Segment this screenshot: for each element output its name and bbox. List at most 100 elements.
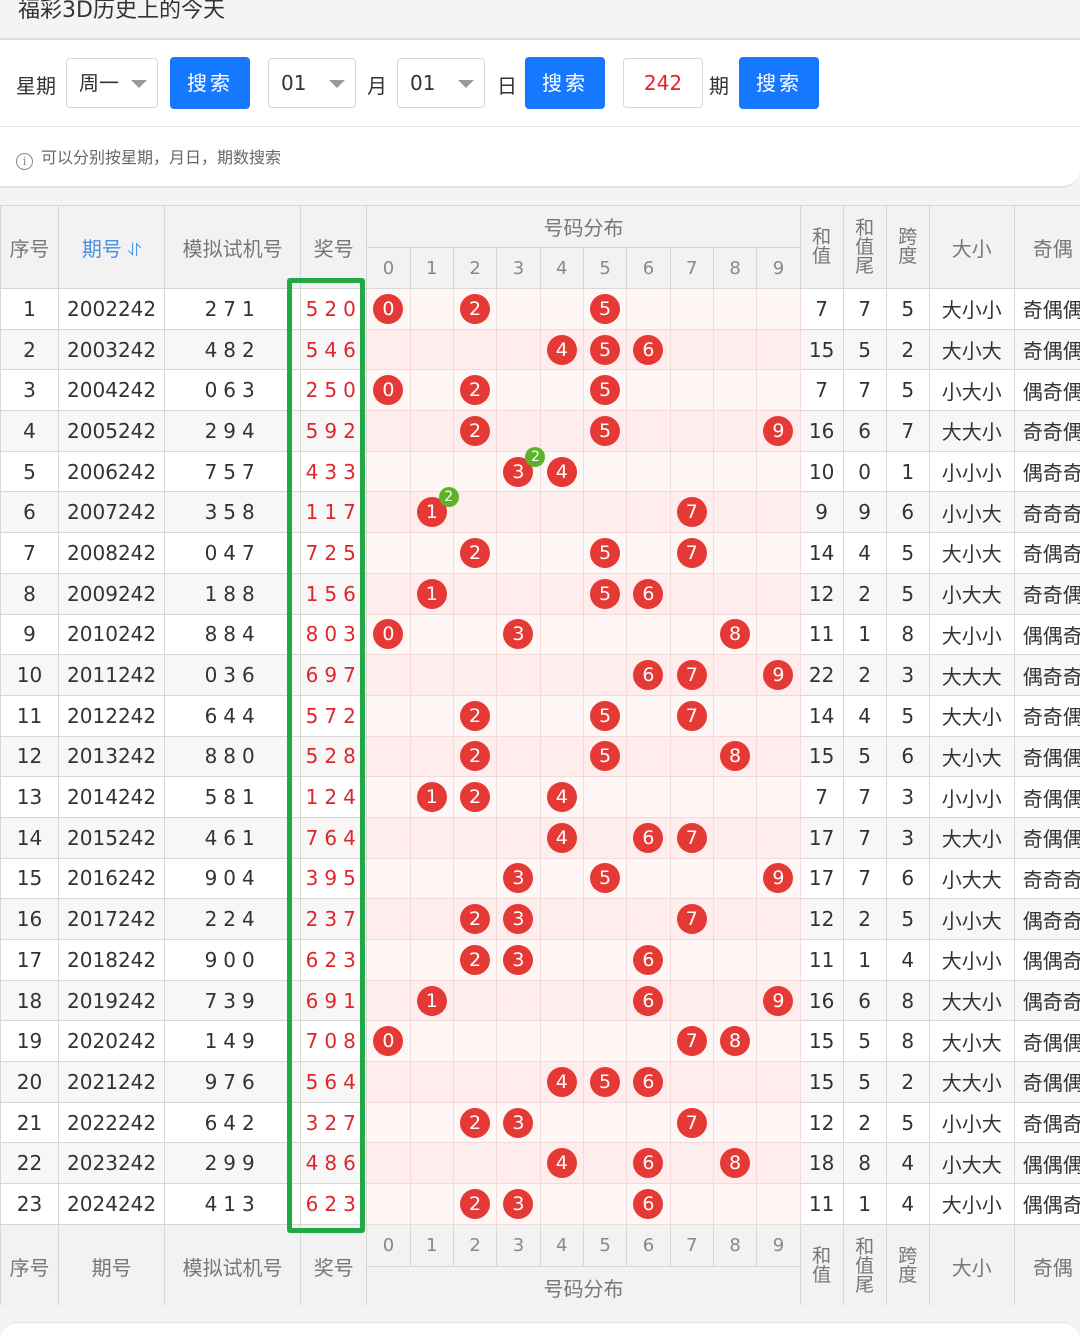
dist-cell-7: 7 (670, 817, 713, 858)
dist-cell-7: 7 (670, 1102, 713, 1143)
sort-icon[interactable]: ⥯ (128, 240, 141, 261)
dist-cell-5: 5 (583, 736, 626, 777)
number-ball: 2 (460, 701, 490, 731)
row-sum-tail: 7 (843, 858, 886, 899)
number-ball: 6 (633, 986, 663, 1016)
row-sum-tail: 2 (843, 899, 886, 940)
row-index: 2 (1, 329, 59, 370)
digit-footer-3: 3 (497, 1224, 540, 1266)
col-size-header: 大小 (929, 206, 1014, 289)
dist-cell-0 (367, 411, 410, 452)
row-trial-number: 880 (165, 736, 301, 777)
row-index: 8 (1, 573, 59, 614)
dist-cell-0 (367, 655, 410, 696)
dist-cell-4: 4 (540, 1143, 583, 1184)
dist-cell-8 (713, 858, 756, 899)
dist-cell-3 (497, 777, 540, 818)
row-sum-tail: 5 (843, 329, 886, 370)
row-draw-number: 237 (301, 899, 367, 940)
row-span: 1 (886, 451, 929, 492)
number-ball: 5 (590, 294, 620, 324)
search-date-button[interactable]: 搜索 (525, 57, 605, 109)
row-span: 2 (886, 329, 929, 370)
digit-footer-8: 8 (713, 1224, 756, 1266)
dist-cell-6 (627, 492, 670, 533)
dist-cell-6: 6 (627, 1143, 670, 1184)
table-row: 1020112420366976792223大大大偶奇奇 (1, 655, 1080, 696)
search-week-button[interactable]: 搜索 (170, 57, 250, 109)
row-issue: 2002242 (59, 289, 165, 330)
issue-input[interactable]: 242 (623, 58, 703, 108)
row-size-pattern: 大大小 (929, 411, 1014, 452)
dist-cell-3 (497, 695, 540, 736)
row-issue: 2014242 (59, 777, 165, 818)
row-sum: 9 (800, 492, 843, 533)
row-draw-number: 250 (301, 370, 367, 411)
dist-cell-7: 7 (670, 695, 713, 736)
dist-cell-6 (627, 858, 670, 899)
number-ball: 5 (590, 375, 620, 405)
table-row: 2220232422994864681884小大大偶偶偶 (1, 1143, 1080, 1184)
number-ball: 6 (633, 1067, 663, 1097)
search-issue-button[interactable]: 搜索 (739, 57, 819, 109)
chevron-down-icon (458, 80, 474, 88)
dist-cell-3 (497, 533, 540, 574)
dist-cell-7 (670, 573, 713, 614)
dist-cell-6 (627, 1102, 670, 1143)
row-sum: 14 (800, 533, 843, 574)
dist-cell-2 (453, 614, 496, 655)
number-ball: 1 (417, 579, 447, 609)
row-draw-number: 546 (301, 329, 367, 370)
dist-cell-8: 8 (713, 736, 756, 777)
dist-cell-0 (367, 1184, 410, 1225)
dist-cell-4 (540, 411, 583, 452)
dist-cell-5 (583, 1021, 626, 1062)
col-issue-header[interactable]: 期号⥯ (59, 206, 165, 289)
digit-header-1: 1 (410, 248, 453, 289)
day-select[interactable]: 01 (397, 58, 485, 108)
dist-cell-4 (540, 858, 583, 899)
number-ball: 5 (590, 1067, 620, 1097)
row-span: 3 (886, 777, 929, 818)
row-issue: 2003242 (59, 329, 165, 370)
row-trial-number: 358 (165, 492, 301, 533)
dist-cell-9 (757, 492, 800, 533)
row-issue: 2018242 (59, 940, 165, 981)
number-ball: 9 (763, 660, 793, 690)
row-draw-number: 623 (301, 1184, 367, 1225)
row-sum: 12 (800, 573, 843, 614)
table-row: 32004242063250025775小大小偶奇偶 (1, 370, 1080, 411)
col-span-footer: 跨度 (886, 1224, 929, 1305)
dist-cell-9: 9 (757, 411, 800, 452)
dist-cell-2 (453, 1143, 496, 1184)
number-ball: 6 (633, 579, 663, 609)
row-sum-tail: 5 (843, 736, 886, 777)
col-sum-tail-label: 和值尾 (855, 219, 875, 276)
dist-cell-7 (670, 1062, 713, 1103)
row-parity-pattern: 偶偶奇 (1014, 614, 1080, 655)
row-size-pattern: 大小大 (929, 533, 1014, 574)
month-select[interactable]: 01 (268, 58, 356, 108)
row-issue: 2012242 (59, 695, 165, 736)
dist-cell-4 (540, 695, 583, 736)
dist-cell-2 (453, 573, 496, 614)
dist-cell-6 (627, 899, 670, 940)
dist-cell-1 (410, 1184, 453, 1225)
dist-cell-4 (540, 533, 583, 574)
table-row: 2020212429765644561552大大小奇偶偶 (1, 1062, 1080, 1103)
row-sum-tail: 5 (843, 1062, 886, 1103)
row-issue: 2005242 (59, 411, 165, 452)
ball-wrap: 32 (503, 457, 533, 487)
col-sum-tail-footer-label: 和值尾 (855, 1238, 875, 1295)
number-ball: 4 (547, 457, 577, 487)
dist-cell-2: 2 (453, 940, 496, 981)
col-sum-tail-header: 和值尾 (843, 206, 886, 289)
dist-cell-4: 4 (540, 777, 583, 818)
dist-cell-7: 7 (670, 655, 713, 696)
week-select[interactable]: 周一 (66, 58, 158, 108)
row-sum-tail: 0 (843, 451, 886, 492)
dist-cell-7: 7 (670, 533, 713, 574)
row-parity-pattern: 偶奇奇 (1014, 451, 1080, 492)
row-sum: 17 (800, 817, 843, 858)
dist-cell-3 (497, 329, 540, 370)
